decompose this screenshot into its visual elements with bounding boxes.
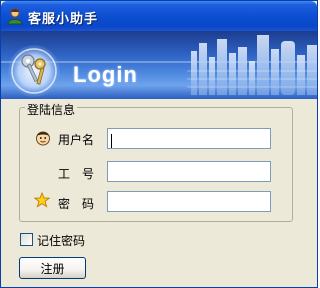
employee-id-label: 工 号 — [58, 167, 95, 181]
remember-password-label: 记住密码 — [37, 234, 86, 248]
login-window: 客服小助手 Login 登陆信息 用户名 工 号 密 码 记住密码 注册 — [0, 0, 318, 288]
banner-graphic — [1, 35, 317, 97]
password-input[interactable] — [107, 191, 271, 212]
title-bar[interactable]: 客服小助手 — [1, 1, 317, 31]
login-heading: Login — [73, 62, 138, 87]
login-form: 登陆信息 用户名 工 号 密 码 记住密码 注册 — [1, 99, 317, 287]
register-button[interactable]: 注册 — [19, 257, 86, 279]
login-info-legend: 登陆信息 — [25, 101, 78, 118]
login-banner: Login — [1, 31, 317, 99]
password-label: 密 码 — [58, 197, 95, 211]
remember-password-checkbox[interactable] — [20, 233, 33, 246]
window-title: 客服小助手 — [28, 12, 99, 27]
user-icon — [6, 7, 24, 25]
smiley-face-icon — [35, 130, 51, 146]
star-icon — [33, 191, 51, 208]
username-input[interactable] — [107, 128, 271, 149]
username-label: 用户名 — [58, 133, 95, 147]
text-caret — [111, 134, 112, 148]
employee-id-input[interactable] — [107, 161, 271, 182]
